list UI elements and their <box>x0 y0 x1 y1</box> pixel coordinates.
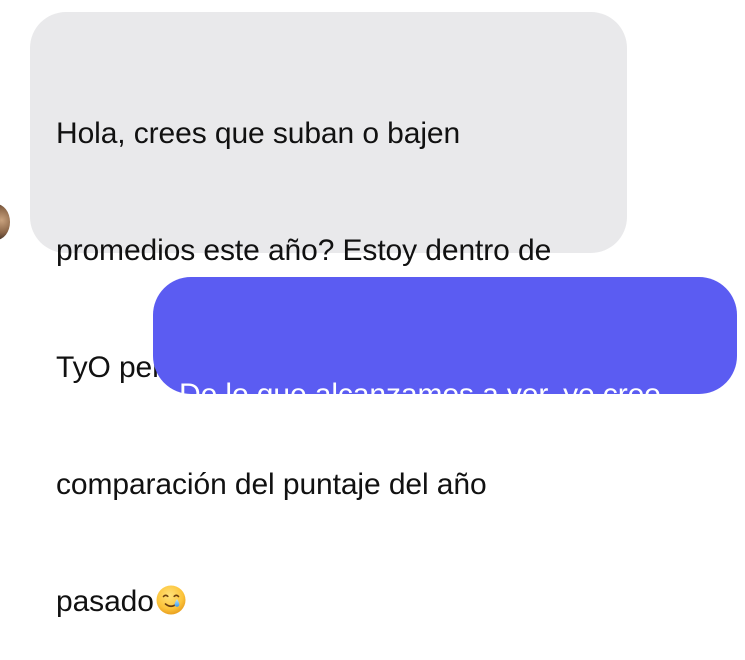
outgoing-message-line: De lo que alcanzamos a ver, yo creo <box>179 378 661 411</box>
outgoing-message-line: que se va a mantener muy similar <box>179 495 626 528</box>
incoming-message-bubble[interactable]: Hola, crees que suban o bajen promedios … <box>30 12 627 618</box>
smiling-face-with-tear-icon <box>155 584 187 616</box>
incoming-message-line: promedios este año? Estoy dentro de <box>56 234 552 267</box>
incoming-message-last-line: pasado <box>56 582 607 621</box>
outgoing-message-bubble[interactable]: De lo que alcanzamos a ver, yo creo que … <box>153 277 737 528</box>
incoming-message-line: Hola, crees que suban o bajen <box>56 117 461 150</box>
incoming-message-line: pasado <box>56 585 154 618</box>
avatar[interactable] <box>0 204 10 240</box>
